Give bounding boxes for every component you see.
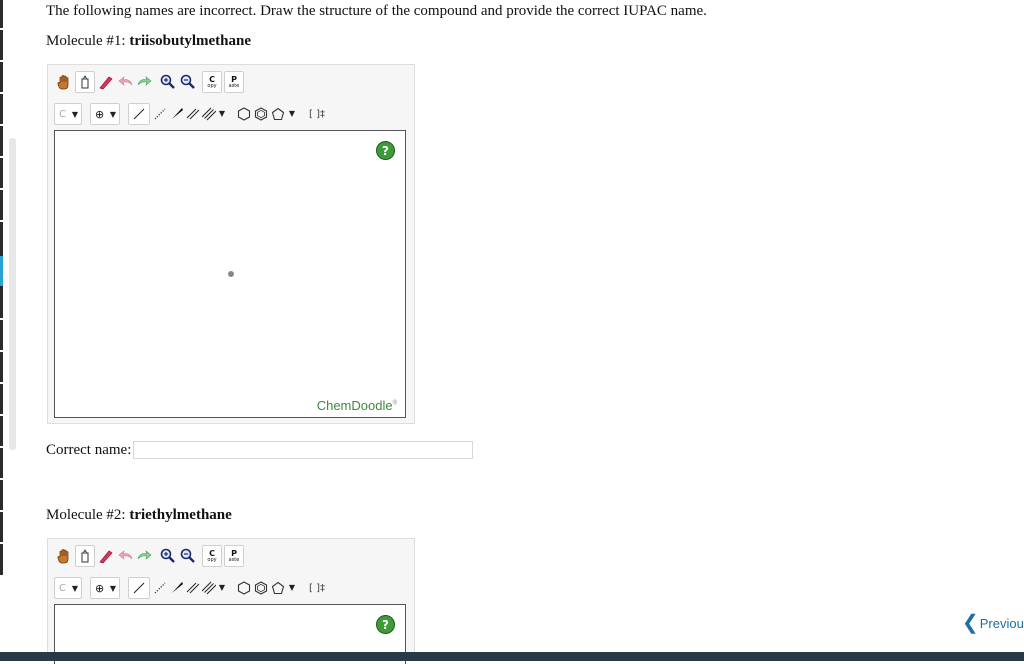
paste-button[interactable]: P aste xyxy=(224,545,244,567)
eraser-clear-icon[interactable] xyxy=(75,71,95,93)
bracket-button[interactable]: [ ]‡ xyxy=(306,103,328,125)
undo-icon[interactable] xyxy=(116,545,136,567)
single-bond-button[interactable] xyxy=(128,103,150,125)
molecule-2-label: Molecule #2: xyxy=(46,507,126,523)
element-selector[interactable]: C ▼ xyxy=(54,577,82,599)
chevron-down-icon: ▼ xyxy=(71,584,78,593)
canvas-cursor-dot xyxy=(228,271,234,277)
chemdoodle-editor-1: C opy P aste C ▼ ⊕ ▼ ▼ ▼ []‡ ? ChemDood… xyxy=(47,64,415,424)
molecule-2-name: triethylmethane xyxy=(129,507,232,523)
copy-sublabel: opy xyxy=(207,556,217,563)
chevron-down-icon: ▼ xyxy=(288,583,295,592)
triple-bond-selector[interactable]: ▼ xyxy=(199,103,227,125)
element-label: C xyxy=(59,108,66,120)
charge-selector[interactable]: ⊕ ▼ xyxy=(90,577,120,599)
paste-sublabel: aste xyxy=(228,82,240,89)
redo-icon[interactable] xyxy=(134,71,154,93)
toolbar-row-2: C ▼ ⊕ ▼ ▼ ▼ [ ]‡ xyxy=(54,103,404,127)
redo-icon[interactable] xyxy=(134,545,154,567)
chevron-down-icon: ▼ xyxy=(109,110,116,119)
chevron-down-icon: ▼ xyxy=(71,110,78,119)
undo-icon[interactable] xyxy=(116,71,136,93)
pencil-eraser-icon[interactable] xyxy=(96,71,116,93)
molecule-1-heading: Molecule #1: triisobutylmethane xyxy=(46,33,251,50)
previous-button[interactable]: ❮ Previous xyxy=(962,613,1024,633)
element-selector[interactable]: C ▼ xyxy=(54,103,82,125)
scrollbar-track[interactable] xyxy=(9,138,16,450)
drawing-canvas-1[interactable]: ? ChemDoodle® xyxy=(54,130,406,418)
zoom-in-icon[interactable] xyxy=(158,71,178,93)
toolbar-row-2: C ▼ ⊕ ▼ ▼ ▼ [ ]‡ xyxy=(54,577,404,601)
single-bond-button[interactable] xyxy=(128,577,150,599)
zoom-out-icon[interactable] xyxy=(178,545,198,567)
chemdoodle-editor-2: C opy P aste C ▼ ⊕ ▼ ▼ ▼ []‡ ? xyxy=(47,538,415,664)
chevron-down-icon: ▼ xyxy=(288,109,295,118)
chevron-left-icon: ❮ xyxy=(962,612,979,634)
registered-mark: ® xyxy=(392,400,397,407)
element-label: C xyxy=(59,582,66,594)
molecule-2-heading: Molecule #2: triethylmethane xyxy=(46,507,232,524)
copy-button[interactable]: C opy xyxy=(202,545,222,567)
previous-label: Previous xyxy=(979,615,1024,631)
chevron-down-icon: ▼ xyxy=(109,584,116,593)
bottom-bar xyxy=(0,652,1024,661)
paste-button[interactable]: P aste xyxy=(224,71,244,93)
help-icon[interactable]: ? xyxy=(376,141,395,160)
toolbar-row-1: C opy P aste xyxy=(54,545,404,569)
eraser-clear-icon[interactable] xyxy=(75,545,95,567)
chevron-down-icon: ▼ xyxy=(218,109,225,118)
pencil-eraser-icon[interactable] xyxy=(96,545,116,567)
charge-selector[interactable]: ⊕ ▼ xyxy=(90,103,120,125)
triple-bond-selector[interactable]: ▼ xyxy=(199,577,227,599)
chevron-down-icon: ▼ xyxy=(218,583,225,592)
zoom-in-icon[interactable] xyxy=(158,545,178,567)
paste-sublabel: aste xyxy=(228,556,240,563)
instructions-text: The following names are incorrect. Draw … xyxy=(46,3,707,19)
pan-hand-icon[interactable] xyxy=(54,545,74,567)
correct-name-input[interactable] xyxy=(133,441,473,459)
window-left-edge xyxy=(0,0,3,575)
brand-text: ChemDoodle xyxy=(316,398,393,413)
toolbar-row-1: C opy P aste xyxy=(54,71,404,95)
charge-label: ⊕ xyxy=(95,107,105,121)
copy-sublabel: opy xyxy=(207,82,217,89)
ring-pentagon-selector[interactable]: ▼ xyxy=(268,103,298,125)
help-icon[interactable]: ? xyxy=(376,615,395,634)
charge-label: ⊕ xyxy=(95,581,105,595)
correct-name-label: Correct name: xyxy=(46,442,132,458)
ring-pentagon-selector[interactable]: ▼ xyxy=(268,577,298,599)
molecule-1-label: Molecule #1: xyxy=(46,33,126,49)
molecule-1-name: triisobutylmethane xyxy=(129,33,251,49)
bracket-button[interactable]: [ ]‡ xyxy=(306,577,328,599)
pan-hand-icon[interactable] xyxy=(54,71,74,93)
copy-button[interactable]: C opy xyxy=(202,71,222,93)
zoom-out-icon[interactable] xyxy=(178,71,198,93)
chemdoodle-brand: ChemDoodle® xyxy=(317,398,397,413)
